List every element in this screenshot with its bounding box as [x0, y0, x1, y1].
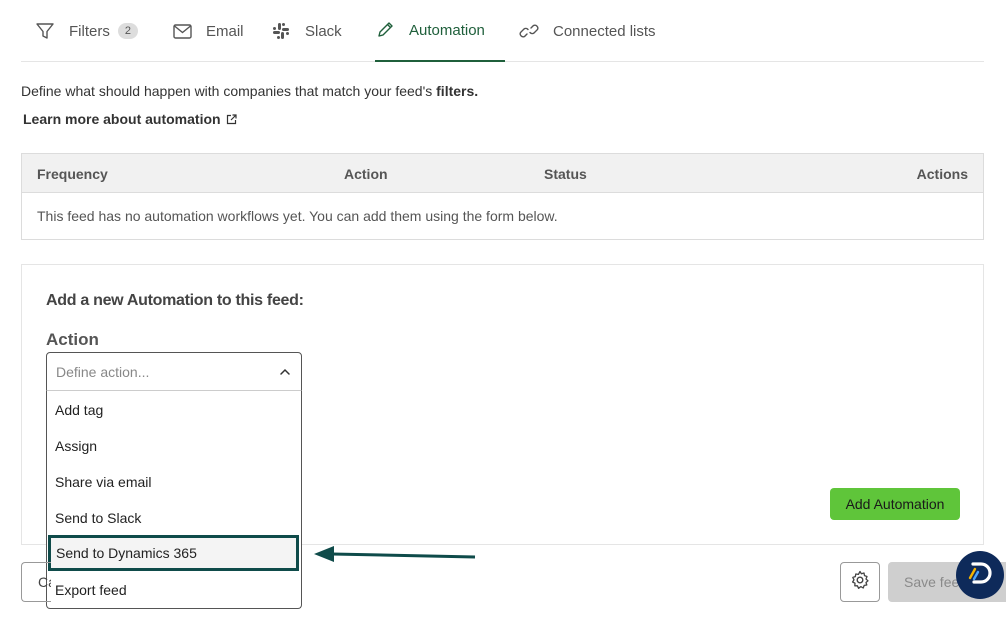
option-share-via-email[interactable]: Share via email [47, 464, 301, 500]
pencil-icon [375, 20, 395, 40]
table-header: Frequency Action Status Actions [22, 154, 983, 193]
slack-icon [271, 21, 291, 41]
assistant-launcher-button[interactable] [956, 551, 1004, 599]
column-action: Action [344, 166, 388, 182]
option-export-feed[interactable]: Export feed [47, 572, 301, 608]
table-empty-row: This feed has no automation workflows ye… [22, 193, 983, 239]
learn-more-link[interactable]: Learn more about automation [23, 111, 237, 127]
settings-button[interactable] [840, 562, 880, 602]
tab-automation[interactable]: Automation [375, 0, 505, 62]
tab-slack-label: Slack [305, 22, 342, 40]
tab-slack[interactable]: Slack [271, 0, 342, 62]
tab-connected-lists[interactable]: Connected lists [519, 0, 656, 62]
link-icon [519, 21, 539, 41]
action-select-placeholder: Define action... [56, 363, 150, 380]
cancel-button[interactable]: Cancel [21, 562, 51, 602]
filters-emphasis: filters. [436, 83, 479, 99]
automation-intro: Define what should happen with companies… [21, 83, 478, 99]
envelope-icon [172, 21, 192, 41]
intro-text: Define what should happen with companies… [21, 83, 433, 99]
tab-email[interactable]: Email [172, 0, 244, 62]
assistant-logo-icon [965, 561, 995, 590]
annotation-arrow [314, 546, 476, 562]
cancel-button-label: Cancel [38, 574, 51, 590]
tab-automation-label: Automation [409, 21, 485, 39]
add-automation-button[interactable]: Add Automation [830, 488, 960, 520]
tab-email-label: Email [206, 22, 244, 40]
tab-connected-lists-label: Connected lists [553, 22, 656, 40]
filter-icon [35, 21, 55, 41]
column-actions: Actions [916, 166, 968, 182]
action-select[interactable]: Define action... [46, 352, 302, 391]
empty-message: This feed has no automation workflows ye… [37, 208, 558, 224]
automation-table: Frequency Action Status Actions This fee… [21, 153, 984, 240]
column-frequency: Frequency [37, 166, 108, 182]
option-assign[interactable]: Assign [47, 428, 301, 464]
column-status: Status [544, 166, 587, 182]
option-send-to-slack[interactable]: Send to Slack [47, 500, 301, 536]
tab-bar: Filters 2 Email Slack Automation Connect… [21, 0, 984, 62]
option-send-to-dynamics-365[interactable]: Send to Dynamics 365 [48, 535, 299, 571]
gear-icon [850, 570, 870, 595]
filters-count-badge: 2 [117, 23, 138, 39]
chevron-up-icon [279, 365, 291, 381]
action-field-label: Action [46, 330, 99, 349]
option-add-tag[interactable]: Add tag [47, 392, 301, 428]
external-link-icon [226, 113, 237, 125]
tab-filters-label: Filters [69, 22, 110, 40]
action-dropdown-menu: Add tag Assign Share via email Send to S… [46, 390, 302, 609]
panel-title: Add a new Automation to this feed: [46, 292, 304, 309]
tab-filters[interactable]: Filters 2 [35, 0, 138, 62]
learn-more-label: Learn more about automation [23, 111, 221, 127]
